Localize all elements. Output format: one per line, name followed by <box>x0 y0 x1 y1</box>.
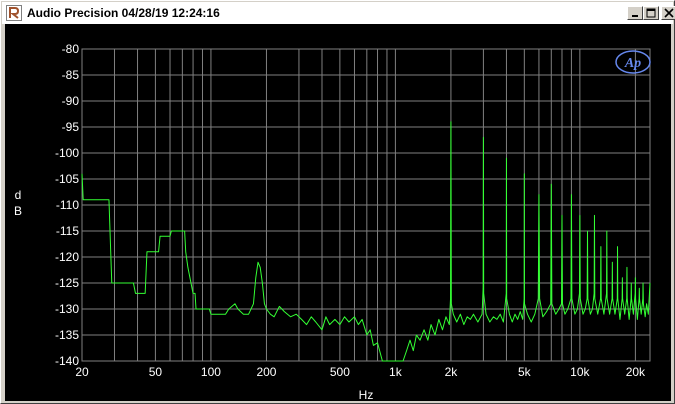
x-tick-label: 500 <box>330 365 350 379</box>
y-tick-label: -110 <box>56 198 79 212</box>
y-tick-label: -80 <box>62 42 80 56</box>
y-tick-label: -105 <box>55 172 79 186</box>
application-window: Audio Precision 04/28/19 12:24:16 -80 -85… <box>0 0 675 404</box>
audio-precision-app-icon[interactable] <box>6 5 22 21</box>
x-tick-label: 100 <box>201 365 221 379</box>
plot-area: -80 -85 -90 -95 -100 -105 -110 -115 -120 -125 -130… <box>5 24 671 401</box>
y-tick-label: -130 <box>55 302 79 316</box>
close-button[interactable] <box>661 6 675 20</box>
y-axis-label-char: d <box>15 188 22 202</box>
close-icon <box>664 8 674 18</box>
logo-text: Ap <box>624 56 641 71</box>
x-tick-label: 200 <box>256 365 276 379</box>
y-tick-label: -100 <box>55 146 79 160</box>
y-tick-label: -90 <box>62 94 80 108</box>
maximize-button[interactable] <box>643 6 659 20</box>
title-bar[interactable]: Audio Precision 04/28/19 12:24:16 <box>2 2 675 24</box>
spectrum-trace <box>81 121 651 362</box>
y-tick-labels: -80 -85 -90 -95 -100 -105 -110 -115 -120 -125 -130… <box>55 42 79 368</box>
window-title: Audio Precision 04/28/19 12:24:16 <box>27 6 220 20</box>
x-axis-label: Hz <box>359 388 374 401</box>
spectrum-chart: -80 -85 -90 -95 -100 -105 -110 -115 -120 -125 -130… <box>14 42 651 401</box>
audio-precision-logo: Ap <box>615 50 651 74</box>
y-tick-label: -125 <box>55 276 79 290</box>
x-tick-label: 20 <box>75 365 89 379</box>
x-tick-label: 5k <box>518 365 532 379</box>
x-tick-label: 10k <box>570 365 590 379</box>
x-tick-label: 20k <box>626 365 646 379</box>
maximize-icon <box>646 8 656 18</box>
series-line <box>81 121 651 362</box>
minimize-button[interactable] <box>627 6 643 20</box>
y-axis-label-char: B <box>14 204 22 218</box>
x-tick-label: 1k <box>389 365 403 379</box>
y-tick-label: -120 <box>55 250 79 264</box>
y-tick-label: -115 <box>56 224 79 238</box>
x-tick-label: 2k <box>445 365 459 379</box>
y-tick-label: -95 <box>62 120 80 134</box>
y-tick-label: -135 <box>55 328 79 342</box>
y-tick-label: -85 <box>62 68 80 82</box>
y-axis-label: dB <box>14 188 22 218</box>
x-tick-labels: 20 50 100 200 500 1k 2k 5k 10k 20k <box>75 365 646 379</box>
x-tick-label: 50 <box>149 365 163 379</box>
minimize-icon <box>632 15 638 17</box>
